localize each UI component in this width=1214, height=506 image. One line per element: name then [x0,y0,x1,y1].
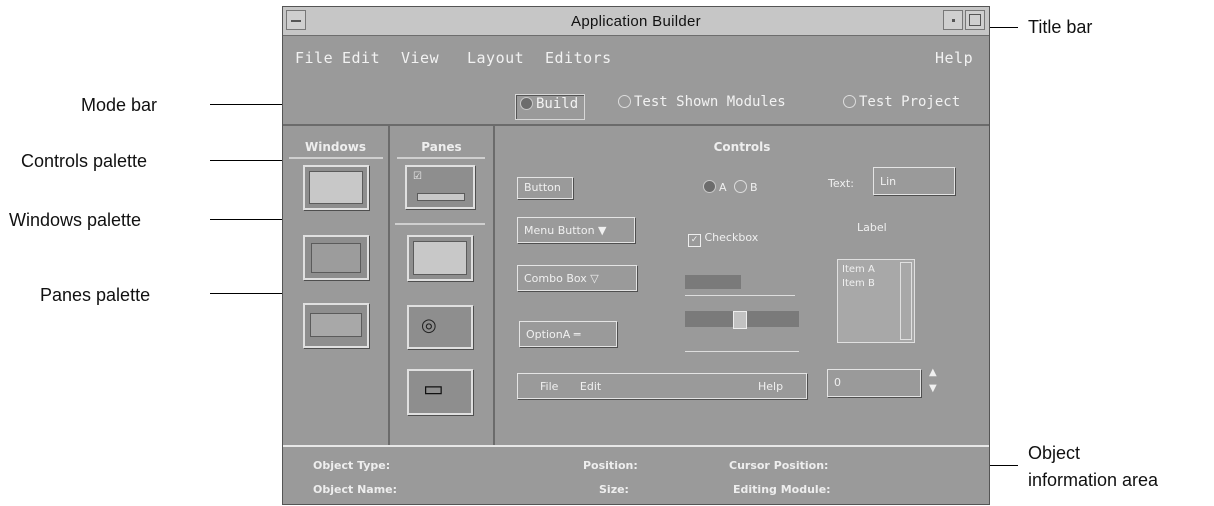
callout-object-info-line2: information area [1028,470,1159,490]
menu-edit[interactable]: Edit [342,49,380,67]
menubar-control[interactable]: File Edit Help [517,373,807,399]
position-label: Position: [583,459,638,472]
window-title: Application Builder [571,13,701,30]
menubar-control-edit: Edit [579,380,602,393]
file-chooser-icon [310,313,362,337]
gauge-control[interactable] [685,273,795,301]
gauge-fill [685,275,741,289]
divider [493,125,495,445]
menu-button-control[interactable]: Menu Button ▼ [517,217,635,243]
file-chooser-tile[interactable] [303,303,369,348]
label-control[interactable]: Label [857,221,887,234]
radio-selected-icon [520,97,533,110]
combo-box-label: Combo Box [524,272,587,285]
terminal-icon: ▭ [423,377,444,402]
radio-icon [734,180,748,193]
mode-build-radio[interactable]: Build [515,94,586,120]
minimize-icon[interactable] [943,10,963,30]
callout-windows-palette: Windows palette [9,210,142,230]
checkbox-icon: ☑ [413,171,422,182]
divider [289,157,383,159]
mode-test-project-label: Test Project [859,94,961,110]
option-menu-icon: ═ [573,328,581,341]
triangle-down-icon: ▼ [598,224,607,237]
divider [395,223,485,225]
menu-file[interactable]: File [295,49,333,67]
text-field-control[interactable]: Lin [873,167,955,195]
list-item[interactable]: Item A [842,264,875,275]
slider-handle[interactable] [733,311,747,329]
drawing-area-tile[interactable]: ◎ [407,305,473,349]
checkbox-icon: ✓ [688,234,701,247]
scrolling-list-control[interactable]: Item A Item B [837,259,915,343]
text-field-label: Text: [828,177,854,190]
canvas-pane-tile[interactable] [407,235,473,281]
spin-box-value: 0 [834,376,841,389]
radio-icon [843,95,856,108]
controls-palette-header: Controls [713,140,771,154]
main-window-icon [309,171,363,204]
dialog-window-icon [311,243,361,273]
option-menu-label: OptionA [526,328,571,341]
drawing-icon: ◎ [421,315,437,336]
maximize-icon[interactable] [965,10,985,30]
windows-palette-header: Windows [305,140,366,154]
callout-object-info-line1: Object [1028,443,1081,463]
callout-controls-palette: Controls palette [21,151,148,171]
spin-down-icon[interactable]: ▼ [929,383,937,394]
menubar-control-file: File [540,380,559,393]
menu-view[interactable]: View [401,49,439,67]
callout-mode-bar: Mode bar [81,95,158,115]
mode-bar: Build Test Shown Modules Test Project [283,86,989,126]
checkbox-control[interactable]: ✓ Checkbox [688,231,758,247]
canvas-pane-icon [413,241,467,275]
menu-layout[interactable]: Layout [467,49,524,67]
radio-a-label: A [719,181,727,194]
list-item[interactable]: Item B [842,278,875,289]
control-pane-tile[interactable]: ☑ [405,165,475,209]
object-type-label: Object Type: [313,459,391,472]
panes-palette-header: Panes [421,140,462,154]
radio-group-control[interactable]: A B [703,180,758,194]
callout-panes-palette: Panes palette [40,285,151,305]
divider [397,157,485,159]
editing-module-label: Editing Module: [733,483,831,496]
option-menu-control[interactable]: OptionA ═ [519,321,617,347]
checkbox-label: Checkbox [704,231,759,244]
object-information-area: Object Type: Object Name: Position: Size… [283,445,989,506]
menubar-control-help: Help [758,380,784,393]
size-label: Size: [599,483,629,496]
radio-icon [618,95,631,108]
application-builder-window: Application Builder File Edit View Layou… [282,6,990,505]
list-scrollbar[interactable] [900,262,912,340]
slider-control[interactable] [685,311,799,355]
spin-up-icon[interactable]: ▲ [929,367,937,378]
mode-build-label: Build [536,96,579,112]
slider-line [685,351,799,352]
custom-dialog-tile[interactable] [303,235,369,280]
callout-title-bar: Title bar [1028,17,1093,37]
cursor-position-label: Cursor Position: [729,459,829,472]
main-window-tile[interactable] [303,165,369,210]
mode-test-shown-label: Test Shown Modules [634,94,786,110]
menu-bar: File Edit View Layout Editors Help [283,36,989,76]
gauge-track [685,295,795,296]
object-name-label: Object Name: [313,483,398,496]
radio-b-label: B [750,181,758,194]
triangle-down-icon: ▽ [590,272,599,285]
combo-box-control[interactable]: Combo Box ▽ [517,265,637,291]
menu-editors[interactable]: Editors [545,49,612,67]
radio-selected-icon [703,180,716,193]
term-pane-tile[interactable]: ▭ [407,369,473,415]
mode-test-project-radio[interactable]: Test Project [843,94,960,116]
title-bar[interactable]: Application Builder [283,7,989,36]
menu-help[interactable]: Help [935,49,973,67]
menu-button-label: Menu Button [524,224,595,237]
button-control[interactable]: Button [517,177,573,199]
divider [388,125,390,445]
mode-test-shown-radio[interactable]: Test Shown Modules [618,94,786,116]
spin-box-control[interactable]: 0 [827,369,921,397]
control-pane-icon [417,193,465,201]
